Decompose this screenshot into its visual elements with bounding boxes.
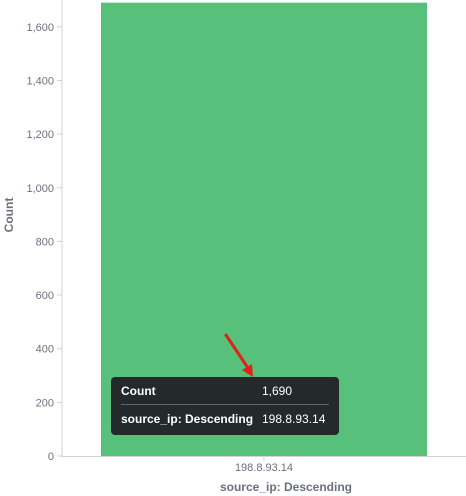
y-tick-label: 800	[36, 236, 54, 248]
y-tick-label: 400	[36, 344, 54, 356]
y-tick-label: 1,000	[26, 183, 54, 195]
y-tick-label: 200	[36, 397, 54, 409]
y-tick-label: 1,200	[26, 129, 54, 141]
tooltip-key: source_ip: Descending	[121, 411, 254, 426]
y-tick-label: 1,400	[26, 75, 54, 87]
tooltip-value: 198.8.93.14	[262, 411, 326, 426]
y-tick-label: 1,600	[26, 22, 54, 34]
tooltip-row: source_ip: Descending 198.8.93.14	[121, 405, 329, 432]
x-ticks-group: 198.8.93.14	[235, 456, 293, 474]
chart-container: 0 200 400 600 800 1,000 1,200 1,400 1,600 198.8.…	[0, 0, 466, 496]
x-tick-label: 198.8.93.14	[235, 462, 293, 474]
tooltip-key: Count	[121, 383, 156, 398]
tooltip-value: 1,690	[262, 383, 293, 398]
x-axis-title: source_ip: Descending	[220, 480, 352, 494]
y-tick-label: 0	[48, 451, 54, 463]
chart-tooltip: Count 1,690 source_ip: Descending 198.8.…	[111, 377, 339, 435]
tooltip-row: Count 1,690	[121, 377, 329, 405]
y-axis-title: Count	[2, 198, 16, 233]
y-tick-label: 600	[36, 290, 54, 302]
y-ticks-group: 0 200 400 600 800 1,000 1,200 1,400 1,600	[26, 22, 62, 463]
